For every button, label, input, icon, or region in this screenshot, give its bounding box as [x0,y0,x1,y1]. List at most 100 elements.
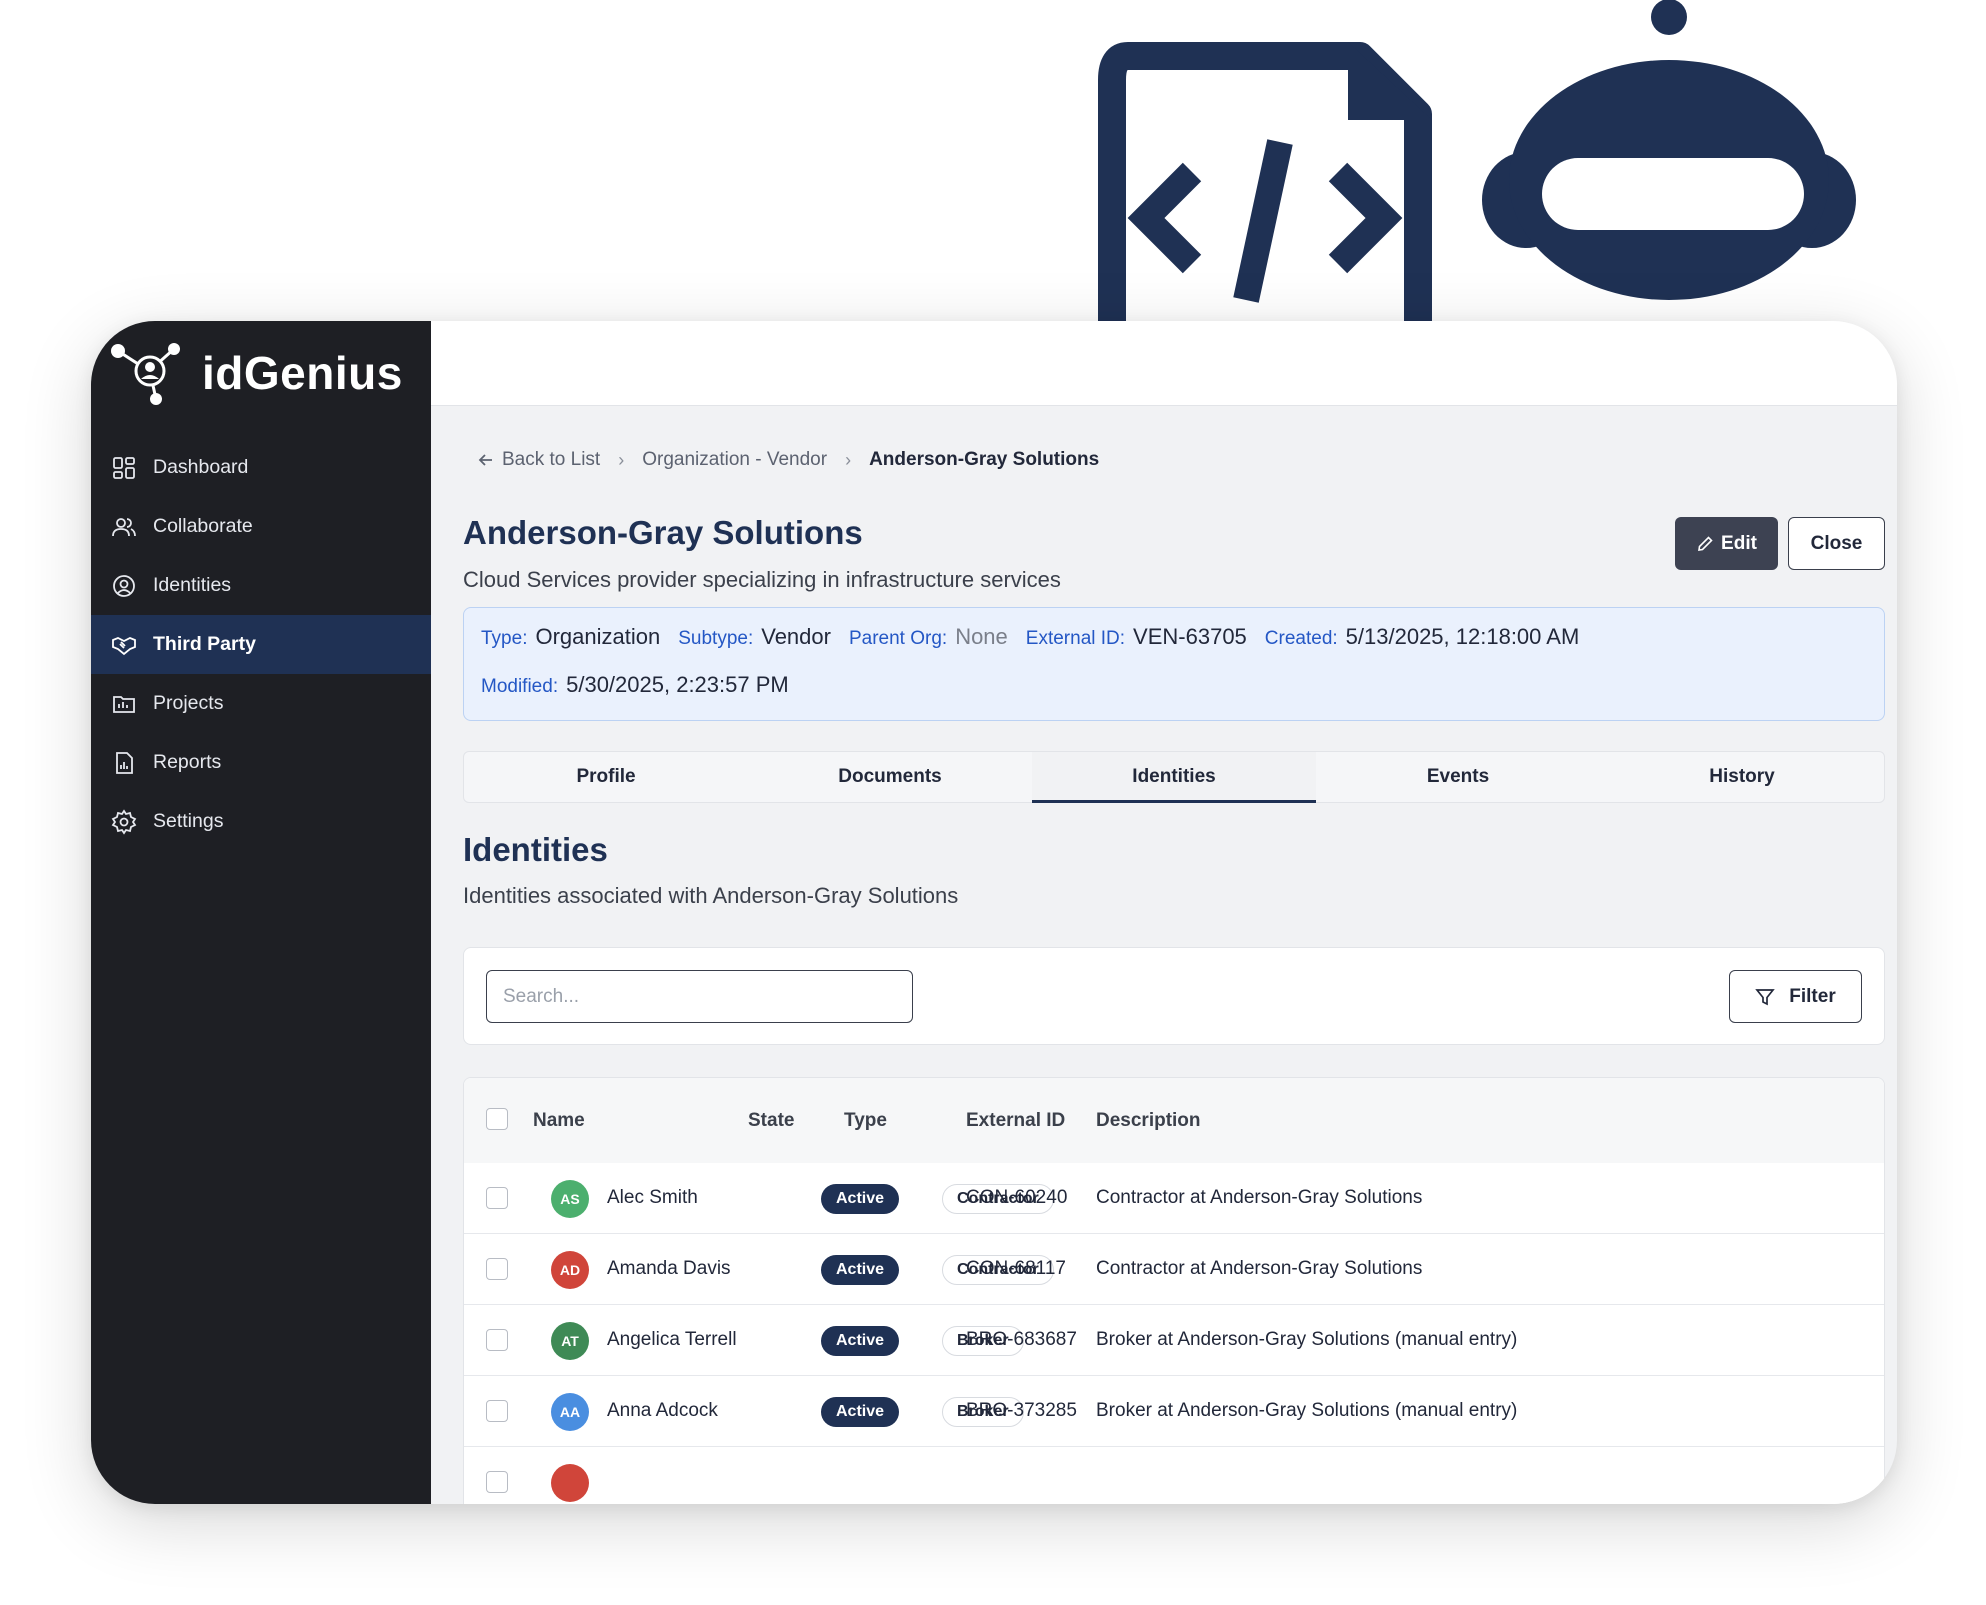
sidebar-item-label: Reports [153,751,222,773]
modified-value: 5/30/2025, 2:23:57 PM [566,672,789,697]
section-subtitle: Identities associated with Anderson-Gray… [463,883,959,908]
row-checkbox[interactable] [486,1471,508,1493]
column-header-type[interactable]: Type [844,1110,887,1132]
row-checkbox[interactable] [486,1187,508,1209]
identity-name[interactable]: Alec Smith [607,1187,698,1209]
description-cell: Contractor at Anderson-Gray Solutions [1096,1258,1423,1279]
table-row[interactable]: AA Anna Adcock Active Broker BRO-373285 Broke… [464,1376,1884,1447]
external-id-cell: BRO-373285 [966,1400,1077,1421]
main-content: Back to List › Organization - Vendor › A… [431,407,1897,1504]
chevron-right-icon: › [845,449,852,470]
user-circle-icon [111,573,137,599]
breadcrumb: Back to List › Organization - Vendor › A… [478,449,1099,471]
identity-name[interactable]: Amanda Davis [607,1258,731,1280]
logo[interactable]: idGenius [108,341,403,405]
created-label: Created: [1264,628,1338,649]
external-id-cell: CON-60240 [966,1187,1068,1208]
pencil-icon [1698,535,1713,551]
avatar: AS [551,1180,589,1218]
tab-profile[interactable]: Profile [464,752,748,802]
avatar [551,1464,589,1502]
back-to-list-link[interactable]: Back to List [478,449,600,471]
sidebar-item-projects[interactable]: Projects [91,674,431,733]
description-cell: Broker at Anderson-Gray Solutions (manua… [1096,1329,1518,1350]
row-checkbox[interactable] [486,1329,508,1351]
close-button[interactable]: Close [1788,517,1885,570]
table-header: Name State Type External ID Description [464,1078,1884,1163]
tab-history[interactable]: History [1600,752,1884,802]
parent-org-value: None [955,624,1008,649]
tab-documents[interactable]: Documents [748,752,1032,802]
brand-name: idGenius [202,347,403,399]
identity-name[interactable]: Angelica Terrell [607,1329,737,1351]
users-icon [111,514,137,540]
table-row[interactable]: AD Amanda Davis Active Contractor CON-68117 C… [464,1234,1884,1305]
tab-bar: Profile Documents Identities Events Hist… [463,751,1885,803]
external-id-cell: BRO-683687 [966,1329,1077,1350]
sidebar-item-label: Projects [153,692,224,714]
handshake-icon [111,632,137,658]
network-logo-icon [111,343,180,405]
state-badge: Active [821,1255,900,1285]
dashboard-icon [111,455,137,481]
sidebar-item-third-party[interactable]: Third Party [91,615,431,674]
created-value: 5/13/2025, 12:18:00 AM [1345,624,1580,649]
filter-icon [1755,988,1776,1005]
row-checkbox[interactable] [486,1400,508,1422]
identities-table: Name State Type External ID Description … [463,1077,1885,1504]
breadcrumb-current: Anderson-Gray Solutions [869,449,1100,470]
filter-button[interactable]: Filter [1729,970,1862,1023]
column-header-description[interactable]: Description [1096,1110,1201,1132]
sidebar-item-identities[interactable]: Identities [91,556,431,615]
tab-events[interactable]: Events [1316,752,1600,802]
avatar: AT [551,1322,589,1360]
edit-label: Edit [1721,532,1757,554]
edit-button[interactable]: Edit [1675,517,1778,570]
column-header-name[interactable]: Name [533,1110,585,1132]
project-icon [111,691,137,717]
type-label: Type: [481,628,528,649]
app-window: idGenius Dashboard Collaborate Identitie… [91,321,1897,1504]
breadcrumb-parent[interactable]: Organization - Vendor [642,449,827,471]
state-badge: Active [821,1397,900,1427]
sidebar-item-dashboard[interactable]: Dashboard [91,438,431,497]
state-badge: Active [821,1326,900,1356]
table-row[interactable]: AT Angelica Terrell Active Broker BRO-683687… [464,1305,1884,1376]
column-header-state[interactable]: State [748,1110,794,1132]
row-checkbox[interactable] [486,1258,508,1280]
sidebar-item-reports[interactable]: Reports [91,733,431,792]
page-title: Anderson-Gray Solutions [463,514,863,551]
external-id-label: External ID: [1025,628,1126,649]
select-all-checkbox[interactable] [486,1108,508,1130]
metadata-panel: Type: Organization Subtype: Vendor Paren… [463,607,1885,721]
description-cell: Broker at Anderson-Gray Solutions (manua… [1096,1400,1518,1421]
arrow-left-icon [478,454,492,466]
top-bar [431,321,1897,406]
report-icon [111,750,137,776]
metadata-row-2: Modified: 5/30/2025, 2:23:57 PM [481,672,807,698]
close-label: Close [1810,532,1863,554]
subtype-label: Subtype: [678,628,754,649]
sidebar-item-label: Collaborate [153,515,253,537]
external-id-cell: CON-68117 [966,1258,1066,1279]
identity-name[interactable]: Anna Adcock [607,1400,718,1422]
tab-identities[interactable]: Identities [1032,752,1316,803]
filter-label: Filter [1789,985,1836,1007]
column-header-external-id[interactable]: External ID [966,1110,1065,1132]
search-input[interactable] [486,970,913,1023]
modified-label: Modified: [481,676,559,697]
table-row[interactable]: AS Alec Smith Active Contractor CON-60240 Con… [464,1163,1884,1234]
table-row[interactable] [464,1447,1884,1504]
external-id-value: VEN-63705 [1133,624,1247,649]
type-value: Organization [535,624,661,649]
sidebar: idGenius Dashboard Collaborate Identitie… [91,321,431,1504]
sidebar-item-label: Settings [153,810,224,832]
page-subtitle: Cloud Services provider specializing in … [463,567,1061,592]
sidebar-item-settings[interactable]: Settings [91,792,431,851]
sidebar-item-label: Third Party [153,633,256,655]
sidebar-item-label: Identities [153,574,232,596]
subtype-value: Vendor [761,624,831,649]
parent-org-label: Parent Org: [848,628,948,649]
sidebar-item-collaborate[interactable]: Collaborate [91,497,431,556]
avatar: AA [551,1393,589,1431]
